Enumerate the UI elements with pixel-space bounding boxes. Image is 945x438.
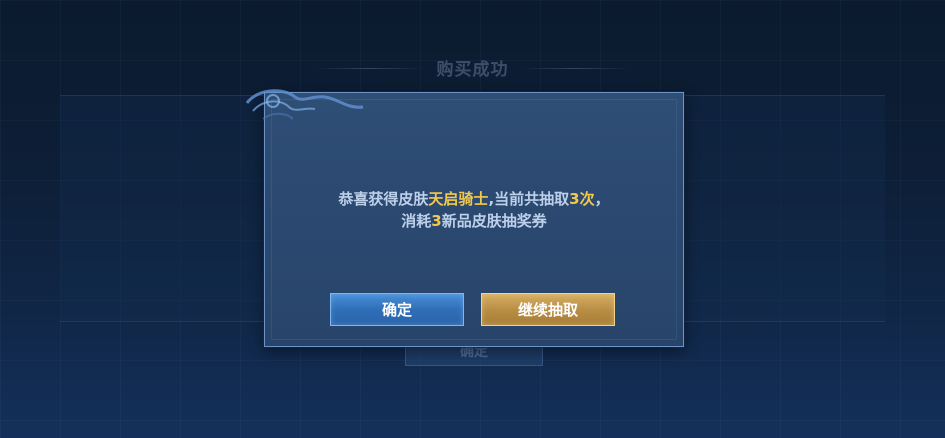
cost-prefix: 消耗 — [401, 212, 432, 230]
message-suffix: ， — [594, 190, 610, 208]
draw-count: 3次 — [569, 190, 595, 208]
reward-dialog: 恭喜获得皮肤天启骑士,当前共抽取3次， 消耗3新品皮肤抽奖券 确定 继续抽取 — [245, 89, 684, 347]
continue-draw-button[interactable]: 继续抽取 — [481, 293, 615, 326]
ticket-count: 3 — [431, 212, 442, 230]
purchase-success-title: 购买成功 — [436, 60, 509, 80]
reward-message: 恭喜获得皮肤天启骑士,当前共抽取3次， 消耗3新品皮肤抽奖券 — [265, 188, 683, 232]
message-mid: ,当前共抽取 — [488, 190, 570, 208]
skin-name: 天启骑士 — [428, 190, 489, 208]
ticket-name: 新品皮肤抽奖券 — [441, 212, 547, 230]
message-prefix: 恭喜获得皮肤 — [338, 190, 429, 208]
reward-message-line-2: 消耗3新品皮肤抽奖券 — [265, 210, 683, 232]
cloud-ornament-icon — [245, 89, 364, 120]
reward-message-line-1: 恭喜获得皮肤天启骑士,当前共抽取3次， — [265, 188, 683, 210]
confirm-button[interactable]: 确定 — [330, 293, 464, 326]
